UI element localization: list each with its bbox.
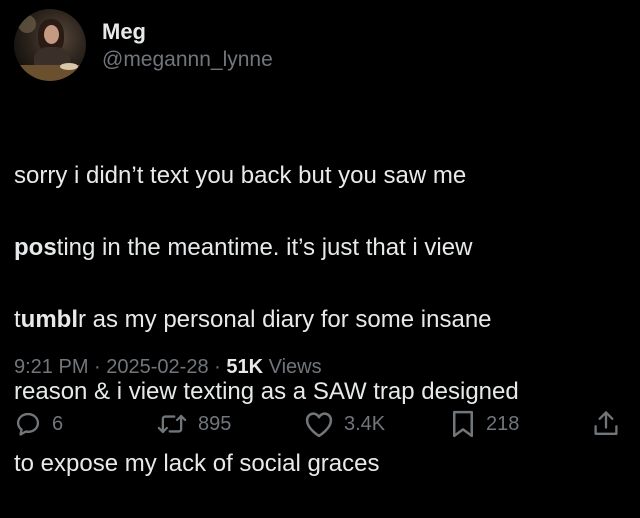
like-count: 3.4K [344, 412, 386, 435]
tweet-text-bold-segment: pos [14, 234, 57, 261]
tweet-text-line: to expose my lack of social graces [14, 446, 626, 482]
meta-separator: · [208, 356, 227, 378]
tweet-meta: 9:21 PM · 2025-02-28 · 51K Views [14, 352, 322, 382]
views-count: 51K [226, 356, 264, 378]
tweet-text-segment: to expose my lack of social graces [14, 450, 380, 477]
avatar[interactable] [14, 9, 86, 81]
bookmark-count: 218 [486, 412, 520, 435]
bookmark-button[interactable]: 218 [450, 404, 519, 444]
avatar-photo-face [44, 25, 59, 44]
tweet-date[interactable]: 2025-02-28 [106, 356, 208, 378]
meta-separator: · [88, 356, 107, 378]
retweet-count: 895 [198, 412, 232, 435]
retweet-icon [156, 410, 188, 438]
retweet-button[interactable]: 895 [156, 404, 231, 444]
tweet-text-line: sorry i didn’t text you back but you saw… [14, 158, 626, 194]
tweet-text-line: posting in the meantime. it’s just that … [14, 230, 626, 266]
tweet-text-segment: r as my personal diary for some insane [78, 306, 492, 333]
reply-button[interactable]: 6 [14, 404, 63, 444]
bookmark-icon [450, 409, 476, 439]
author-display-name[interactable]: Meg [102, 18, 273, 46]
tweet-text-segment: reason & i view texting as a SAW trap de… [14, 378, 519, 405]
tweet-text-segment: t [14, 306, 21, 333]
tweet-text-segment: ting in the meantime. it’s just that i v… [56, 234, 473, 261]
like-button[interactable]: 3.4K [304, 404, 385, 444]
tweet-text: sorry i didn’t text you back but you saw… [14, 122, 626, 518]
tweet-text-bold-segment: umbl [20, 306, 78, 333]
action-bar: 6 895 3.4K 218 [14, 404, 626, 444]
views-label: Views [263, 356, 322, 378]
author-names: Meg @megannn_lynne [102, 18, 273, 74]
tweet-header: Meg @megannn_lynne [14, 9, 273, 81]
reply-icon [14, 410, 42, 438]
author-handle[interactable]: @megannn_lynne [102, 46, 273, 74]
share-button[interactable] [592, 404, 620, 444]
heart-icon [304, 410, 334, 438]
tweet-text-line: tumblr as my personal diary for some ins… [14, 302, 626, 338]
reply-count: 6 [52, 412, 64, 435]
avatar-photo-plate [60, 63, 78, 70]
share-icon [592, 409, 620, 439]
tweet-text-segment: sorry i didn’t text you back but you saw… [14, 162, 467, 189]
tweet-time[interactable]: 9:21 PM [14, 356, 88, 378]
avatar-photo-light [18, 15, 36, 33]
